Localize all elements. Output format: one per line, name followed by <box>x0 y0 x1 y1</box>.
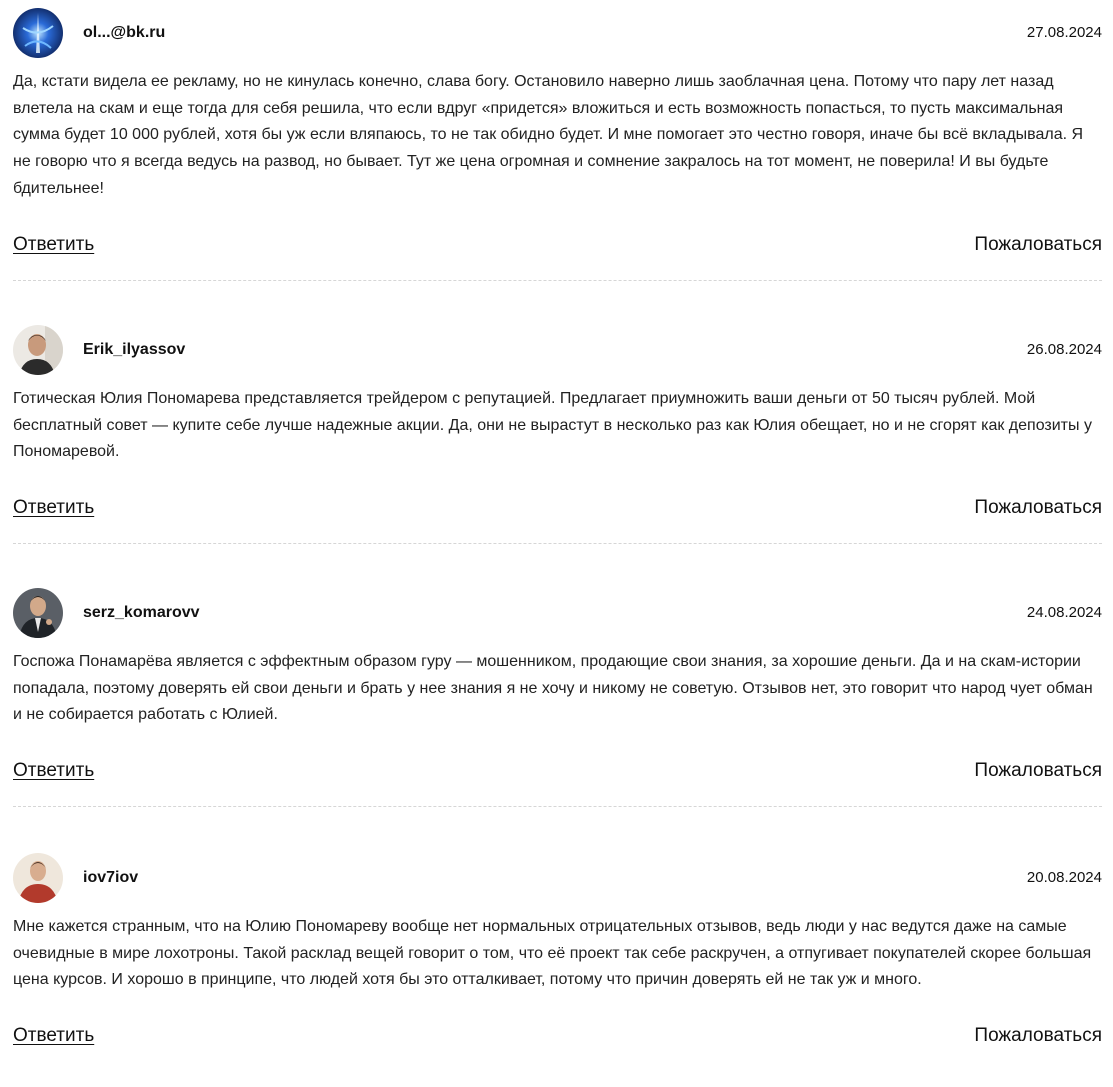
comment-actions: Ответить Пожаловаться <box>13 234 1102 260</box>
comment-header: iov7iov 20.08.2024 <box>13 853 1102 903</box>
comment-header: Erik_ilyassov 26.08.2024 <box>13 325 1102 375</box>
comment-item: ol...@bk.ru 27.08.2024 Да, кстати видела… <box>13 8 1102 260</box>
comment-header: serz_komarovv 24.08.2024 <box>13 588 1102 638</box>
comment-text: Да, кстати видела ее рекламу, но не кину… <box>13 73 1084 197</box>
comment-username: ol...@bk.ru <box>83 24 166 41</box>
man-in-suit-avatar-icon <box>13 588 63 638</box>
man-photo-avatar-icon <box>13 325 63 375</box>
reply-link[interactable]: Ответить <box>13 760 94 782</box>
avatar[interactable] <box>13 588 63 638</box>
comment-date: 24.08.2024 <box>1026 604 1102 621</box>
avatar[interactable] <box>13 8 63 58</box>
comment-username: iov7iov <box>83 869 139 886</box>
comment-item: iov7iov 20.08.2024 Мне кажется странным,… <box>13 853 1102 1051</box>
comment-username: serz_komarovv <box>83 604 200 621</box>
reply-link[interactable]: Ответить <box>13 497 94 519</box>
comment-actions: Ответить Пожаловаться <box>13 760 1102 786</box>
comment-date: 27.08.2024 <box>1026 24 1102 41</box>
comment-divider <box>13 543 1102 544</box>
comment-divider <box>13 280 1102 281</box>
comment-header: ol...@bk.ru 27.08.2024 <box>13 8 1102 58</box>
comment-actions: Ответить Пожаловаться <box>13 1025 1102 1051</box>
comment-text: Мне кажется странным, что на Юлию Понома… <box>13 918 1092 989</box>
comment-actions: Ответить Пожаловаться <box>13 497 1102 523</box>
comment-item: serz_komarovv 24.08.2024 Госпожа Понамар… <box>13 588 1102 786</box>
comment-item: Erik_ilyassov 26.08.2024 Готическая Юлия… <box>13 325 1102 523</box>
reply-link[interactable]: Ответить <box>13 1025 94 1047</box>
avatar[interactable] <box>13 325 63 375</box>
man-red-shirt-avatar-icon <box>13 853 63 903</box>
avatar[interactable] <box>13 853 63 903</box>
report-link[interactable]: Пожаловаться <box>974 1025 1102 1047</box>
report-link[interactable]: Пожаловаться <box>974 234 1102 256</box>
comment-date: 20.08.2024 <box>1026 869 1102 886</box>
comment-text: Госпожа Понамарёва является с эффектным … <box>13 653 1093 724</box>
comment-username: Erik_ilyassov <box>83 341 186 358</box>
reply-link[interactable]: Ответить <box>13 234 94 256</box>
comment-text: Готическая Юлия Пономарева представляетс… <box>13 390 1092 461</box>
blue-abstract-avatar-icon <box>13 8 63 58</box>
report-link[interactable]: Пожаловаться <box>974 760 1102 782</box>
comments-list: ol...@bk.ru 27.08.2024 Да, кстати видела… <box>0 0 1113 1087</box>
comment-date: 26.08.2024 <box>1026 341 1102 358</box>
report-link[interactable]: Пожаловаться <box>974 497 1102 519</box>
comment-divider <box>13 806 1102 807</box>
